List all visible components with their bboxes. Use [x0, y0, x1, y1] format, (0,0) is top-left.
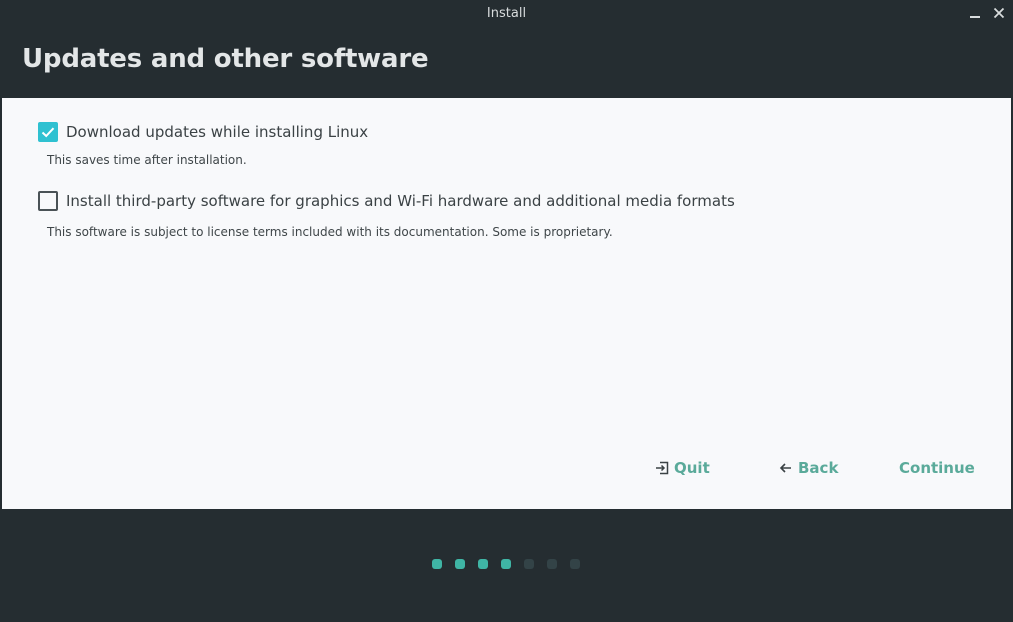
progress-dot	[524, 559, 534, 569]
quit-label: Quit	[674, 459, 710, 477]
progress-dot	[478, 559, 488, 569]
minimize-icon	[970, 16, 980, 18]
close-icon	[993, 7, 1005, 19]
progress-dots	[432, 559, 593, 569]
minimize-button[interactable]	[966, 4, 984, 22]
continue-label: Continue	[899, 459, 975, 477]
progress-dot	[547, 559, 557, 569]
title-bar: Install	[0, 0, 1013, 28]
progress-dot	[455, 559, 465, 569]
back-button[interactable]: Back	[778, 456, 838, 480]
third-party-software-description: This software is subject to license term…	[47, 225, 613, 239]
progress-dot	[501, 559, 511, 569]
arrow-left-icon	[779, 463, 791, 473]
download-updates-description: This saves time after installation.	[47, 153, 247, 167]
back-label: Back	[798, 459, 839, 477]
quit-button[interactable]: Quit	[654, 456, 710, 480]
third-party-software-checkbox[interactable]	[38, 191, 58, 211]
download-updates-checkbox[interactable]	[38, 122, 58, 142]
content-panel: Download updates while installing Linux …	[2, 98, 1011, 509]
checkmark-icon	[41, 127, 55, 138]
page-title: Updates and other software	[22, 44, 429, 74]
continue-button[interactable]: Continue	[899, 456, 975, 480]
third-party-software-option[interactable]: Install third-party software for graphic…	[38, 191, 735, 211]
window-title: Install	[486, 6, 527, 21]
quit-icon	[656, 461, 669, 475]
download-updates-label: Download updates while installing Linux	[66, 123, 369, 141]
close-button[interactable]	[990, 4, 1008, 22]
third-party-software-label: Install third-party software for graphic…	[66, 192, 735, 210]
download-updates-option[interactable]: Download updates while installing Linux	[38, 122, 368, 142]
progress-dot	[432, 559, 442, 569]
installer-window: Install Updates and other software Downl…	[0, 0, 1013, 622]
progress-dot	[570, 559, 580, 569]
